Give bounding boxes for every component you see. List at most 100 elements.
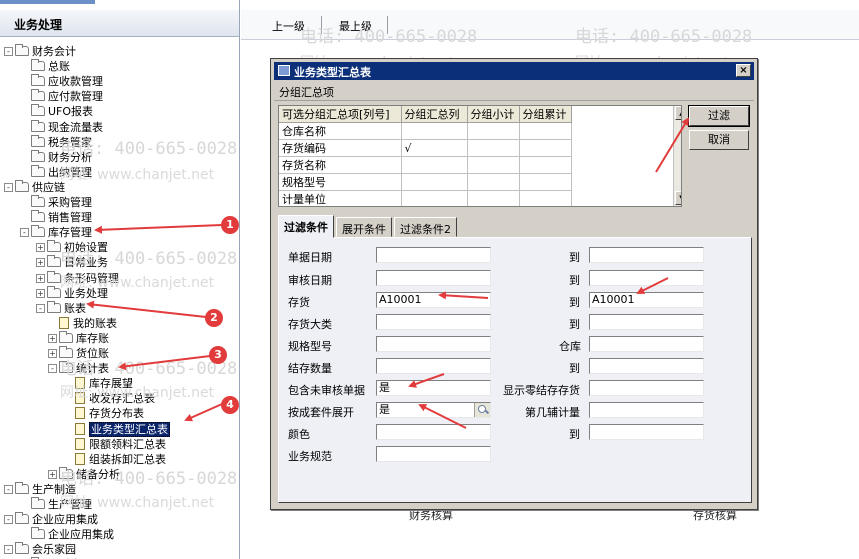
- grid-header[interactable]: 分组累计: [519, 106, 572, 123]
- color-from-input[interactable]: [376, 424, 491, 440]
- doc-date-from-input[interactable]: [376, 247, 491, 263]
- tree-item[interactable]: 存货分布表: [64, 406, 144, 421]
- tab-filter-conditions[interactable]: 过滤条件: [278, 215, 334, 238]
- audit-date-to-input[interactable]: [589, 270, 704, 286]
- inventory-label: 存货: [288, 296, 310, 309]
- aux-unit-input[interactable]: [589, 402, 704, 418]
- table-row[interactable]: 存货编码 √: [279, 139, 572, 157]
- scroll-up-icon[interactable]: ▲: [675, 106, 681, 120]
- tree-item[interactable]: 采购管理: [20, 195, 92, 210]
- filter-button[interactable]: 过滤: [688, 105, 750, 127]
- tab-expand-conditions[interactable]: 展开条件: [336, 217, 392, 237]
- spec-input[interactable]: [376, 336, 491, 352]
- tree-item[interactable]: + 库存账: [48, 330, 109, 346]
- inventory-from-input[interactable]: A10001: [376, 292, 491, 308]
- collapse-icon[interactable]: -: [48, 364, 57, 374]
- collapse-icon[interactable]: -: [4, 515, 13, 525]
- grid-cell[interactable]: 存货名称: [279, 156, 402, 174]
- inventory-category-input[interactable]: [376, 314, 491, 330]
- grid-cell[interactable]: [519, 190, 572, 206]
- tree-item[interactable]: 企业应用集成: [20, 527, 114, 542]
- grid-cell[interactable]: [467, 156, 520, 174]
- expand-icon[interactable]: +: [48, 333, 57, 343]
- cancel-button[interactable]: 取消: [689, 130, 749, 150]
- tree-item-label: 企业应用集成: [32, 513, 98, 527]
- grid-cell[interactable]: [401, 156, 468, 174]
- grid-cell[interactable]: [519, 139, 572, 157]
- expand-icon[interactable]: +: [48, 349, 57, 358]
- warehouse-input[interactable]: [589, 336, 704, 352]
- tab-filter-conditions-2[interactable]: 过滤条件2: [394, 217, 457, 237]
- tree-item[interactable]: 应收款管理: [20, 74, 103, 89]
- tree-item[interactable]: 限额领料汇总表: [64, 437, 166, 452]
- tree-item[interactable]: 销售管理: [20, 210, 92, 225]
- grid-scrollbar[interactable]: ▲ ▼: [673, 106, 681, 206]
- tree-item[interactable]: 业务类型汇总表: [64, 421, 170, 437]
- grid-cell[interactable]: [519, 156, 572, 174]
- collapse-icon[interactable]: -: [20, 228, 29, 238]
- grid-cell[interactable]: [467, 122, 520, 140]
- include-unaudited-select[interactable]: 是: [376, 380, 491, 396]
- table-row[interactable]: 计量单位: [279, 190, 572, 206]
- expand-icon[interactable]: +: [36, 258, 45, 268]
- close-icon[interactable]: ×: [736, 64, 751, 77]
- table-row[interactable]: 规格型号: [279, 173, 572, 191]
- inventory-to-input[interactable]: A10001: [589, 292, 704, 308]
- show-zero-stock-select[interactable]: [589, 380, 704, 396]
- table-row[interactable]: 仓库名称: [279, 122, 572, 140]
- tree-item[interactable]: - 供应链: [4, 179, 65, 195]
- audit-date-from-input[interactable]: [376, 270, 491, 286]
- tree-item[interactable]: 应付款管理: [20, 89, 103, 104]
- doc-date-to-input[interactable]: [589, 247, 704, 263]
- business-spec-input[interactable]: [376, 446, 491, 462]
- grid-cell[interactable]: 计量单位: [279, 190, 402, 206]
- tree-item[interactable]: - 企业应用集成: [4, 512, 98, 527]
- color-to-input[interactable]: [589, 424, 704, 440]
- grid-cell[interactable]: 规格型号: [279, 173, 402, 191]
- expand-kit-select[interactable]: 是: [376, 402, 491, 418]
- tree-item-label: 应付款管理: [48, 90, 103, 104]
- collapse-icon[interactable]: -: [4, 182, 13, 192]
- grid-cell[interactable]: [401, 190, 468, 206]
- collapse-icon[interactable]: -: [4, 545, 13, 555]
- scroll-down-icon[interactable]: ▼: [675, 191, 681, 205]
- tree-item[interactable]: - 库存管理: [20, 225, 92, 240]
- expand-icon[interactable]: +: [36, 288, 45, 298]
- table-row[interactable]: 存货名称: [279, 156, 572, 174]
- grid-cell[interactable]: [519, 173, 572, 191]
- tree-item[interactable]: UFO报表: [20, 104, 93, 119]
- grid-cell[interactable]: [401, 173, 468, 191]
- collapse-icon[interactable]: -: [4, 47, 13, 56]
- watermark-phone: 电话: 400-665-0028: [60, 249, 238, 269]
- group-summary-grid[interactable]: 可选分组汇总项[列号] 分组汇总列 分组小计 分组累计 仓库名称 存货编码 √ 存货名…: [278, 105, 682, 207]
- folder-icon: [31, 210, 45, 223]
- grid-cell[interactable]: 存货编码: [279, 139, 402, 157]
- tree-item[interactable]: - 财务会计: [4, 44, 76, 59]
- grid-cell[interactable]: [401, 122, 468, 140]
- tree-item[interactable]: - 账表: [36, 300, 86, 316]
- tree-item[interactable]: - 会乐家园: [4, 542, 76, 557]
- expand-icon[interactable]: +: [36, 243, 45, 253]
- tree-item-label: 业务类型汇总表: [89, 421, 170, 437]
- lookup-icon[interactable]: [474, 403, 490, 417]
- grid-cell[interactable]: √: [401, 139, 468, 157]
- grid-cell[interactable]: [467, 173, 520, 191]
- expand-icon[interactable]: +: [36, 273, 45, 283]
- grid-cell[interactable]: [467, 190, 520, 206]
- grid-cell[interactable]: [519, 122, 572, 140]
- tree-item[interactable]: 我的账表: [48, 316, 117, 331]
- tree-item[interactable]: 现金流量表: [20, 119, 103, 135]
- stock-qty-from-input[interactable]: [376, 358, 491, 374]
- tree-item[interactable]: 总账: [20, 59, 70, 74]
- grid-header[interactable]: 分组小计: [467, 106, 520, 123]
- expand-icon[interactable]: +: [48, 469, 57, 479]
- collapse-icon[interactable]: -: [4, 484, 13, 494]
- stock-qty-to-input[interactable]: [589, 358, 704, 374]
- grid-cell[interactable]: 仓库名称: [279, 122, 402, 140]
- grid-header[interactable]: 可选分组汇总项[列号]: [279, 106, 402, 123]
- inventory-category-to-input[interactable]: [589, 314, 704, 330]
- grid-header[interactable]: 分组汇总列: [401, 106, 468, 123]
- folder-icon: [31, 164, 45, 177]
- collapse-icon[interactable]: -: [36, 303, 45, 313]
- grid-cell[interactable]: [467, 139, 520, 157]
